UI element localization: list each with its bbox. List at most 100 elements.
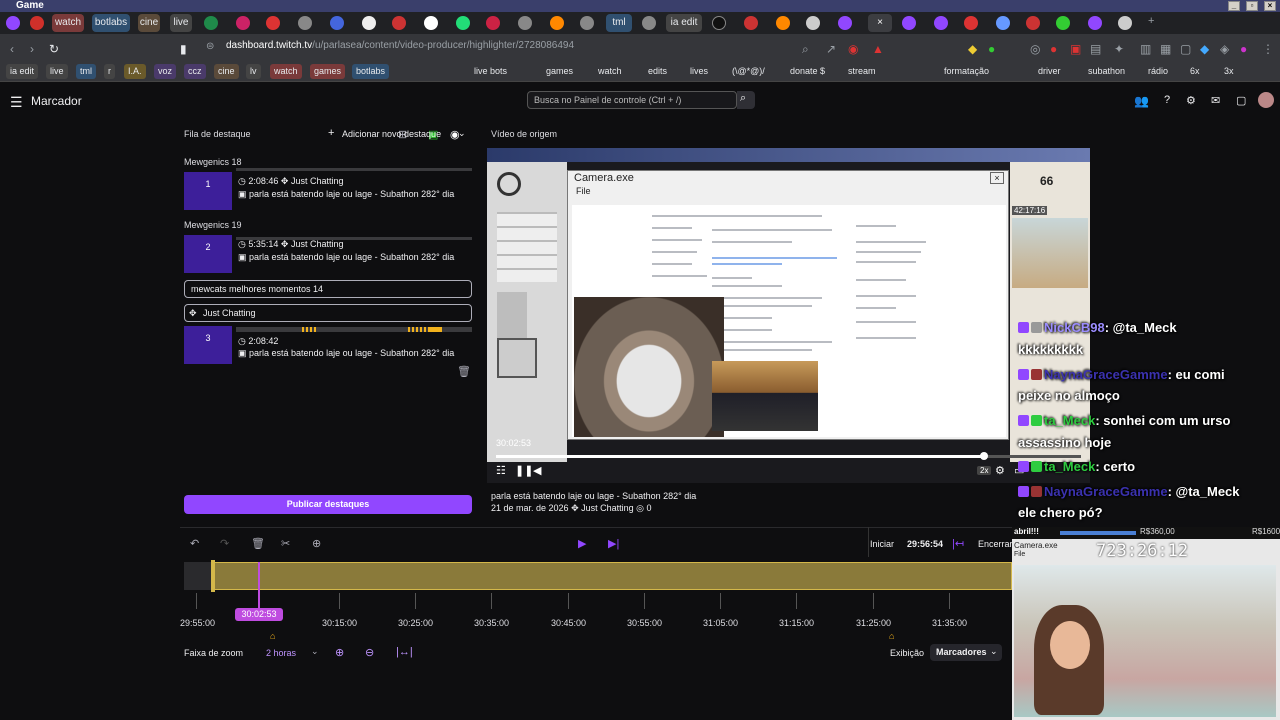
bookmark-lives[interactable]: lives	[686, 64, 712, 79]
bookmark-live-bots[interactable]: live bots	[470, 64, 511, 79]
tab-favicon[interactable]	[902, 16, 916, 30]
tab-favicon[interactable]	[642, 16, 656, 30]
scissors-icon[interactable]: ✂	[281, 537, 290, 550]
video-progress-bar[interactable]	[496, 452, 1081, 460]
extension-icon[interactable]: ◈	[1220, 42, 1229, 56]
bookmark-emoticon[interactable]: (\@*@)/	[728, 64, 769, 79]
bookmark-driver[interactable]: driver	[1034, 64, 1065, 79]
tab-favicon[interactable]	[6, 16, 20, 30]
tab-favicon[interactable]	[996, 16, 1010, 30]
extension-icon[interactable]: ▢	[1180, 42, 1191, 56]
share-icon[interactable]: ↗	[826, 42, 836, 56]
zoom-range-select[interactable]: 2 horas	[266, 648, 296, 658]
tab-favicon[interactable]	[580, 16, 594, 30]
start-button[interactable]: Iniciar	[870, 539, 894, 549]
gear-icon[interactable]: ⚙	[1186, 94, 1196, 107]
zoom-out-icon[interactable]: ⊖	[365, 646, 374, 659]
bookmark-r[interactable]: r	[104, 64, 115, 79]
range-start-handle[interactable]	[211, 560, 215, 592]
bookmark-botlabs[interactable]: botlabs	[352, 64, 390, 79]
extension-icon[interactable]: ●	[1050, 42, 1057, 56]
tab-favicon[interactable]	[204, 16, 218, 30]
search-input[interactable]: Busca no Painel de controle (Ctrl + /)	[527, 91, 737, 109]
undo-icon[interactable]: ↶	[190, 537, 199, 550]
bookmark-formatacao[interactable]: formatação	[940, 64, 993, 79]
browser-menu-icon[interactable]: ⋮	[1262, 42, 1274, 56]
search-button[interactable]: ⌕	[737, 91, 755, 109]
add-circle-icon[interactable]: ⊕	[312, 537, 321, 550]
extension-icon[interactable]: ✦	[1114, 42, 1124, 56]
bookmark-tml[interactable]: tml	[76, 64, 96, 79]
chapters-icon[interactable]: ☷	[496, 464, 506, 477]
extension-icon[interactable]: ▦	[1160, 42, 1171, 56]
tab-favicon[interactable]	[236, 16, 250, 30]
close-window-button[interactable]: ×	[1264, 1, 1276, 11]
bookmark-voz[interactable]: voz	[154, 64, 177, 79]
tab-favicon[interactable]	[362, 16, 376, 30]
set-start-icon[interactable]: |↤	[952, 537, 964, 550]
bookmark-icon[interactable]: ▮	[180, 42, 187, 56]
tab-favicon[interactable]	[744, 16, 758, 30]
tab-favicon[interactable]	[392, 16, 406, 30]
search-page-icon[interactable]: ⌕	[802, 42, 809, 57]
settings-icon[interactable]: ⚙	[995, 464, 1005, 477]
reload-icon[interactable]: ↻	[49, 42, 59, 56]
zoom-in-icon[interactable]: ⊕	[335, 646, 344, 659]
extension-icon[interactable]: ◆	[968, 42, 977, 56]
bookmark-lv[interactable]: lv	[246, 64, 261, 79]
back-icon[interactable]: ‹	[10, 42, 14, 56]
end-button[interactable]: Encerrar	[978, 539, 1013, 549]
tab-favicon[interactable]	[1026, 16, 1040, 30]
speed-button[interactable]: 2x	[977, 466, 992, 475]
playhead-time[interactable]: 30:02:53	[235, 608, 283, 621]
tab-favicon[interactable]	[1056, 16, 1070, 30]
tab-favicon[interactable]	[1118, 16, 1132, 30]
site-info-icon[interactable]: ⊜	[206, 41, 214, 52]
video-player[interactable]: Camera.exe File × 66 42:17:16 30:02:53 ☷…	[487, 148, 1090, 483]
add-highlight-button[interactable]: + Adicionar novo destaque ⌄	[324, 125, 470, 142]
highlight-title-input[interactable]: mewcats melhores momentos 14	[184, 280, 472, 298]
whisper-icon[interactable]: ▢	[1236, 94, 1246, 107]
highlight-clip-selected[interactable]: 3 ◷ 2:08:42 ▣ parla está batendo laje ou…	[184, 326, 472, 364]
tab-live[interactable]: live	[170, 14, 192, 32]
users-icon[interactable]: 👥	[1134, 94, 1149, 108]
tab-tml[interactable]: tml	[606, 14, 632, 32]
extension-icon[interactable]: ◎	[1030, 42, 1040, 56]
new-tab-icon[interactable]: +	[1148, 15, 1154, 27]
bookmark-games[interactable]: games	[310, 64, 346, 79]
tab-favicon[interactable]	[964, 16, 978, 30]
bookmark-subathon[interactable]: subathon	[1084, 64, 1129, 79]
bookmark-cine[interactable]: cine	[214, 64, 239, 79]
bookmark-ccz[interactable]: ccz	[184, 64, 206, 79]
alert-icon[interactable]: ▲	[872, 42, 884, 56]
tab-favicon[interactable]	[550, 16, 564, 30]
skip-to-end-icon[interactable]: ▶|	[608, 537, 619, 550]
tab-botlabs[interactable]: botlabs	[92, 14, 130, 32]
tab-favicon[interactable]	[776, 16, 790, 30]
trash-icon[interactable]: 🗑	[457, 365, 471, 378]
tab-cine[interactable]: cine	[138, 14, 160, 32]
display-select[interactable]: Marcadores ⌄	[930, 644, 1002, 661]
tab-favicon[interactable]	[806, 16, 820, 30]
extension-icon[interactable]: ◆	[1200, 42, 1209, 56]
forward-icon[interactable]: ›	[30, 42, 34, 56]
bookmark-edits[interactable]: edits	[644, 64, 671, 79]
inbox-icon[interactable]: ✉	[1211, 94, 1220, 107]
tab-favicon[interactable]	[266, 16, 280, 30]
bookmark-6x[interactable]: 6x	[1186, 64, 1204, 79]
tab-ia-edit[interactable]: ia edit	[666, 14, 702, 32]
bookmark-radio[interactable]: rádio	[1144, 64, 1172, 79]
marker-icon[interactable]: ⌂	[889, 631, 897, 641]
bookmark-watch[interactable]: watch	[270, 64, 302, 79]
chevron-down-icon[interactable]: ⌄	[311, 646, 319, 657]
tab-favicon[interactable]	[330, 16, 344, 30]
bookmark-stream[interactable]: stream	[844, 64, 880, 79]
pause-icon[interactable]: ❚❚	[515, 464, 533, 477]
bookmark-watch-folder[interactable]: watch	[594, 64, 626, 79]
tab-favicon[interactable]	[486, 16, 500, 30]
url-field[interactable]: dashboard.twitch.tv/u/parlasea/content/v…	[226, 40, 574, 51]
bookmark-games-folder[interactable]: games	[542, 64, 577, 79]
tab-favicon[interactable]	[838, 16, 852, 30]
progress-handle[interactable]	[980, 452, 988, 460]
hamburger-icon[interactable]: ☰	[10, 94, 23, 111]
